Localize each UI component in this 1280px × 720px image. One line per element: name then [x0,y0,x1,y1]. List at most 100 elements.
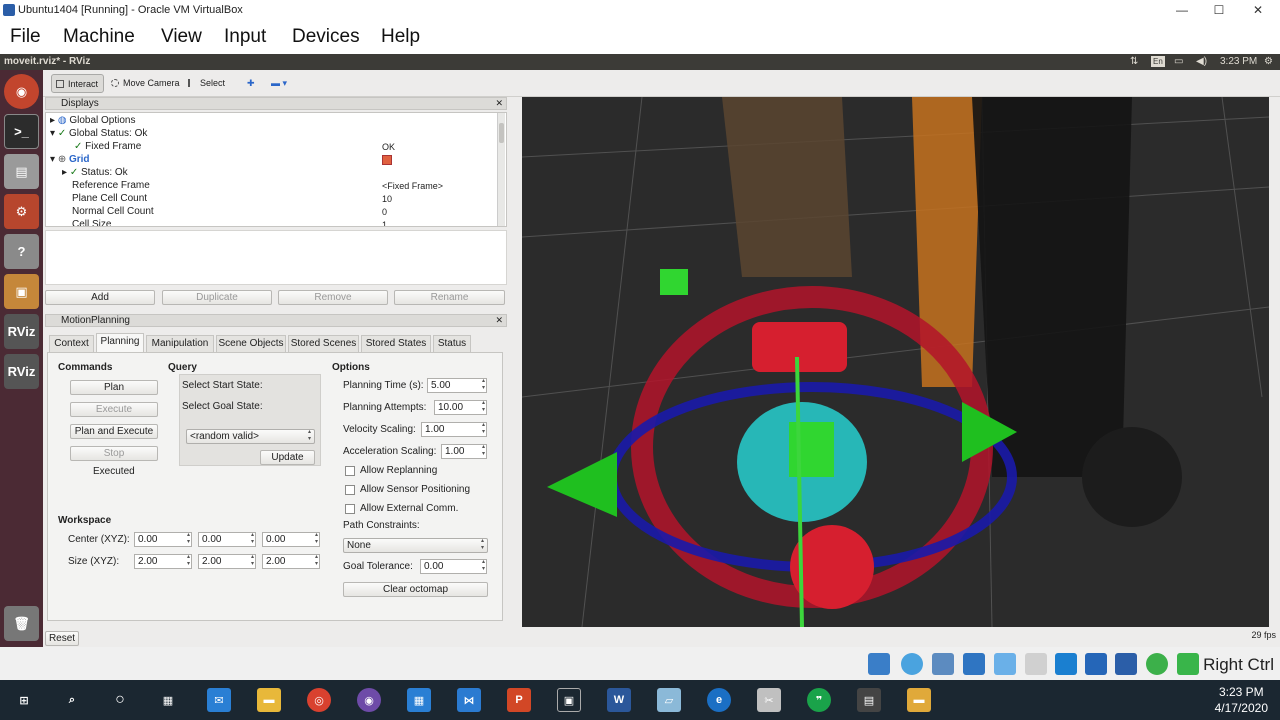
tree-row-reference-frame[interactable]: Reference Frame [72,180,150,192]
optical-drive-icon[interactable] [901,653,923,675]
select-tool[interactable]: Select [184,74,230,93]
usb-icon[interactable] [994,653,1016,675]
rviz-icon[interactable]: RViz [4,354,39,389]
allow-sensor-positioning-checkbox[interactable] [345,485,355,495]
cortana-icon[interactable]: ○ [108,688,132,712]
update-button[interactable]: Update [260,450,315,465]
tree-row-global-status[interactable]: ▾ ✓ Global Status: Ok [50,128,147,140]
center-x-input[interactable]: 0.00 [134,532,192,547]
allow-replanning-checkbox[interactable] [345,466,355,476]
planning-time-input[interactable]: 5.00 [427,378,487,393]
goal-state-select[interactable]: <random valid> [186,429,315,444]
tab-scene-objects[interactable]: Scene Objects [216,335,286,352]
scrollbar-thumb[interactable] [499,123,504,143]
allow-external-comm-checkbox[interactable] [345,504,355,514]
menu-devices[interactable]: Devices [292,26,360,48]
audio-icon[interactable] [932,653,954,675]
system-settings-icon[interactable]: ⚙ [4,194,39,229]
virtualization-icon[interactable] [1115,653,1137,675]
clear-octomap-button[interactable]: Clear octomap [343,582,488,597]
hangouts-icon[interactable]: ❞ [807,688,831,712]
tab-status[interactable]: Status [433,335,471,352]
notes-icon[interactable]: ▱ [657,688,681,712]
chrome-icon[interactable]: ◎ [307,688,331,712]
minimize-button[interactable]: — [1162,0,1202,20]
tab-context[interactable]: Context [49,335,94,352]
file-cabinet-icon[interactable]: ▤ [4,154,39,189]
virtualbox-icon[interactable]: ▣ [4,274,39,309]
help-icon[interactable]: ? [4,234,39,269]
remove-tool-icon[interactable]: ▬ ▾ [255,74,292,93]
maximize-button[interactable]: ☐ [1199,0,1239,20]
calculator-icon[interactable]: ▤ [857,688,881,712]
reference-frame-value[interactable]: <Fixed Frame> [382,180,443,192]
size-z-input[interactable]: 2.00 [262,554,320,569]
rename-button[interactable]: Rename [394,290,505,305]
select-start-state-label[interactable]: Select Start State: [182,380,263,391]
mail-icon[interactable]: ✉ [207,688,231,712]
menu-help[interactable]: Help [381,26,420,48]
tree-row-grid[interactable]: ▾ ⊕ Grid [50,154,90,166]
move-camera-tool[interactable]: Move Camera [107,74,185,93]
reset-button[interactable]: Reset [45,631,79,646]
plane-cell-count-value[interactable]: 10 [382,193,392,205]
select-goal-state-label[interactable]: Select Goal State: [182,401,263,412]
terminal-icon[interactable]: >_ [4,114,39,149]
menu-machine[interactable]: Machine [63,26,135,48]
tab-stored-states[interactable]: Stored States [361,335,431,352]
size-y-input[interactable]: 2.00 [198,554,256,569]
menu-view[interactable]: View [161,26,202,48]
velocity-scaling-input[interactable]: 1.00 [421,422,487,437]
storage-icon[interactable] [868,653,890,675]
center-z-input[interactable]: 0.00 [262,532,320,547]
tree-row-cell-size[interactable]: Cell Size [72,219,111,226]
gear-icon[interactable]: ⚙ [1264,54,1273,70]
rviz-icon[interactable]: RViz [4,314,39,349]
close-icon[interactable]: ✕ [495,98,503,109]
ubuntu-dash-icon[interactable]: ◉ [4,74,39,109]
tree-row-grid-status[interactable]: ▸ ✓ Status: Ok [62,167,128,179]
path-constraints-select[interactable]: None [343,538,488,553]
snipping-icon[interactable]: ✂ [757,688,781,712]
mouse-integration-icon[interactable] [1146,653,1168,675]
tab-stored-scenes[interactable]: Stored Scenes [288,335,359,352]
task-view-icon[interactable]: ▦ [156,688,180,712]
calendar-icon[interactable]: ▦ [407,688,431,712]
windows-start-icon[interactable]: ⊞ [12,688,36,712]
virtualbox-taskbar-icon[interactable]: ▣ [557,688,581,712]
tree-row-global-options[interactable]: ▸ ◍ Global Options [50,115,135,127]
search-icon[interactable]: ⌕ [60,688,84,712]
github-icon[interactable]: ◉ [357,688,381,712]
plan-button[interactable]: Plan [70,380,158,395]
taskbar-clock[interactable]: 3:23 PM 4/17/2020 [1215,684,1268,716]
network-adapter-icon[interactable] [963,653,985,675]
size-x-input[interactable]: 2.00 [134,554,192,569]
goal-tolerance-input[interactable]: 0.00 [420,559,487,574]
tree-row-plane-cell-count[interactable]: Plane Cell Count [72,193,147,205]
remove-button[interactable]: Remove [278,290,388,305]
execute-button[interactable]: Execute [70,402,158,417]
plan-and-execute-button[interactable]: Plan and Execute [70,424,158,439]
display-icon[interactable] [1055,653,1077,675]
grid-enabled-checkbox[interactable] [382,155,392,165]
file-explorer-icon[interactable]: ▬ [257,688,281,712]
duplicate-button[interactable]: Duplicate [162,290,272,305]
close-button[interactable]: ✕ [1238,0,1278,20]
trash-icon[interactable]: 🗑 [4,606,39,641]
shared-folder-icon[interactable] [1025,653,1047,675]
menu-input[interactable]: Input [224,26,266,48]
interact-tool[interactable]: Interact [51,74,105,93]
menu-file[interactable]: File [10,26,41,48]
tab-planning[interactable]: Planning [96,333,144,352]
keyboard-lang[interactable]: En [1151,56,1165,67]
word-icon[interactable]: W [607,688,631,712]
tree-row-fixed-frame[interactable]: ✓ Fixed Frame [74,141,141,153]
planning-attempts-input[interactable]: 10.00 [434,400,487,415]
acceleration-scaling-input[interactable]: 1.00 [441,444,487,459]
edge-icon[interactable]: e [707,688,731,712]
video-capture-icon[interactable] [1085,653,1107,675]
keyboard-capture-icon[interactable] [1177,653,1199,675]
cell-size-value[interactable]: 1 [382,219,387,226]
battery-icon[interactable]: ▭ [1174,54,1183,70]
tab-manipulation[interactable]: Manipulation [146,335,214,352]
